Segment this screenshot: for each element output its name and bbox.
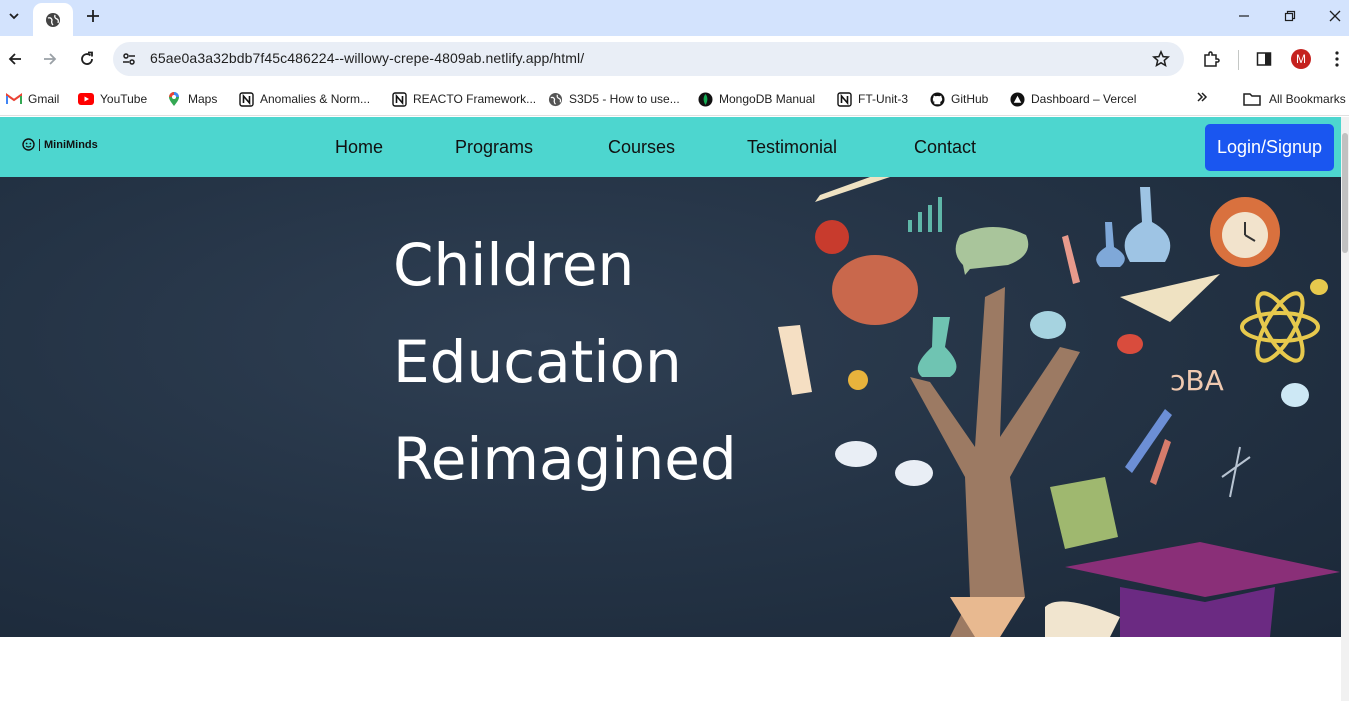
browser-menu-button[interactable] [1325, 47, 1349, 71]
bookmark-reacto[interactable]: REACTO Framework... [391, 89, 536, 109]
logo-divider [39, 138, 40, 151]
side-panel-icon [1256, 52, 1272, 66]
tab-search-button[interactable] [3, 5, 25, 27]
restore-button[interactable] [1277, 4, 1303, 28]
minimize-button[interactable] [1231, 4, 1257, 28]
mongodb-icon [697, 91, 713, 107]
maps-icon [166, 91, 182, 107]
notion-icon [391, 91, 407, 107]
logo-text: MiniMinds [44, 138, 98, 151]
site-logo[interactable]: MiniMinds [22, 138, 98, 151]
double-chevron-right-icon [1197, 92, 1208, 102]
notion-icon [238, 91, 254, 107]
smiley-logo-icon [22, 138, 35, 151]
bookmark-ft-unit-3[interactable]: FT-Unit-3 [836, 89, 908, 109]
bookmark-vercel[interactable]: Dashboard – Vercel [1009, 89, 1136, 109]
hero-line: Education [393, 328, 682, 396]
address-bar[interactable]: 65ae0a3a32bdb7f45c486224--willowy-crepe-… [113, 42, 1184, 76]
all-bookmarks-button[interactable]: All Bookmarks [1243, 89, 1346, 109]
hero-line: Children [393, 231, 635, 299]
nav-courses[interactable]: Courses [608, 137, 675, 158]
new-tab-button[interactable] [83, 6, 103, 26]
arrow-right-icon [44, 53, 57, 65]
folder-icon [1243, 93, 1261, 106]
bookmark-gmail[interactable]: Gmail [6, 89, 59, 109]
reload-button[interactable] [75, 47, 99, 71]
svg-text:ɔBA: ɔBA [1170, 364, 1224, 397]
bookmark-github[interactable]: GitHub [929, 89, 988, 109]
close-window-button[interactable] [1322, 4, 1348, 28]
nav-home[interactable]: Home [335, 137, 383, 158]
notion-icon [836, 91, 852, 107]
profile-avatar[interactable]: M [1291, 49, 1311, 69]
bookmarks-bar: Gmail YouTube Maps Anomalies & Norm... R… [0, 82, 1349, 116]
hero-heading: Children Education Reimagined [393, 217, 737, 508]
back-button[interactable] [3, 47, 27, 71]
chevron-down-icon [9, 13, 19, 20]
bookmark-youtube[interactable]: YouTube [78, 89, 147, 109]
github-icon [929, 91, 945, 107]
scrollbar-thumb[interactable] [1342, 133, 1348, 253]
reload-icon [81, 51, 93, 65]
bookmark-mongodb[interactable]: MongoDB Manual [697, 89, 815, 109]
education-tree-illustration: ɔBA [778, 177, 1340, 637]
extensions-button[interactable] [1199, 47, 1223, 71]
site-settings-icon[interactable] [121, 51, 137, 67]
nav-contact[interactable]: Contact [914, 137, 976, 158]
youtube-icon [78, 91, 94, 107]
bookmark-star-icon[interactable] [1152, 50, 1170, 68]
close-icon [1329, 10, 1341, 22]
browser-tab-bar [0, 0, 1349, 36]
page-viewport: MiniMinds Home Programs Courses Testimon… [0, 117, 1341, 701]
nav-programs[interactable]: Programs [455, 137, 533, 158]
more-vertical-icon [1335, 51, 1339, 67]
url-text[interactable]: 65ae0a3a32bdb7f45c486224--willowy-crepe-… [150, 50, 584, 66]
bookmark-maps[interactable]: Maps [166, 89, 217, 109]
login-signup-button[interactable]: Login/Signup [1205, 124, 1334, 171]
gmail-icon [6, 91, 22, 107]
hero-line: Reimagined [393, 425, 737, 493]
hero-banner: Children Education Reimagined ɔBA [0, 177, 1341, 637]
vercel-icon [1009, 91, 1025, 107]
bookmark-anomalies[interactable]: Anomalies & Norm... [238, 89, 370, 109]
active-tab[interactable] [33, 3, 73, 36]
site-navbar: MiniMinds Home Programs Courses Testimon… [0, 117, 1341, 177]
puzzle-icon [1204, 51, 1220, 67]
more-bookmarks-button[interactable] [1196, 90, 1208, 106]
restore-icon [1284, 10, 1296, 22]
globe-icon [46, 12, 60, 27]
browser-toolbar: 65ae0a3a32bdb7f45c486224--willowy-crepe-… [0, 36, 1349, 82]
nav-testimonial[interactable]: Testimonial [747, 137, 837, 158]
page-scrollbar[interactable] [1341, 117, 1349, 701]
toolbar-divider [1238, 50, 1239, 70]
minimize-icon [1239, 15, 1249, 17]
forward-button[interactable] [38, 47, 62, 71]
side-panel-button[interactable] [1252, 47, 1276, 71]
globe-icon [547, 91, 563, 107]
plus-icon [87, 10, 99, 22]
arrow-left-icon [8, 53, 21, 65]
bookmark-s3d5[interactable]: S3D5 - How to use... [547, 89, 680, 109]
